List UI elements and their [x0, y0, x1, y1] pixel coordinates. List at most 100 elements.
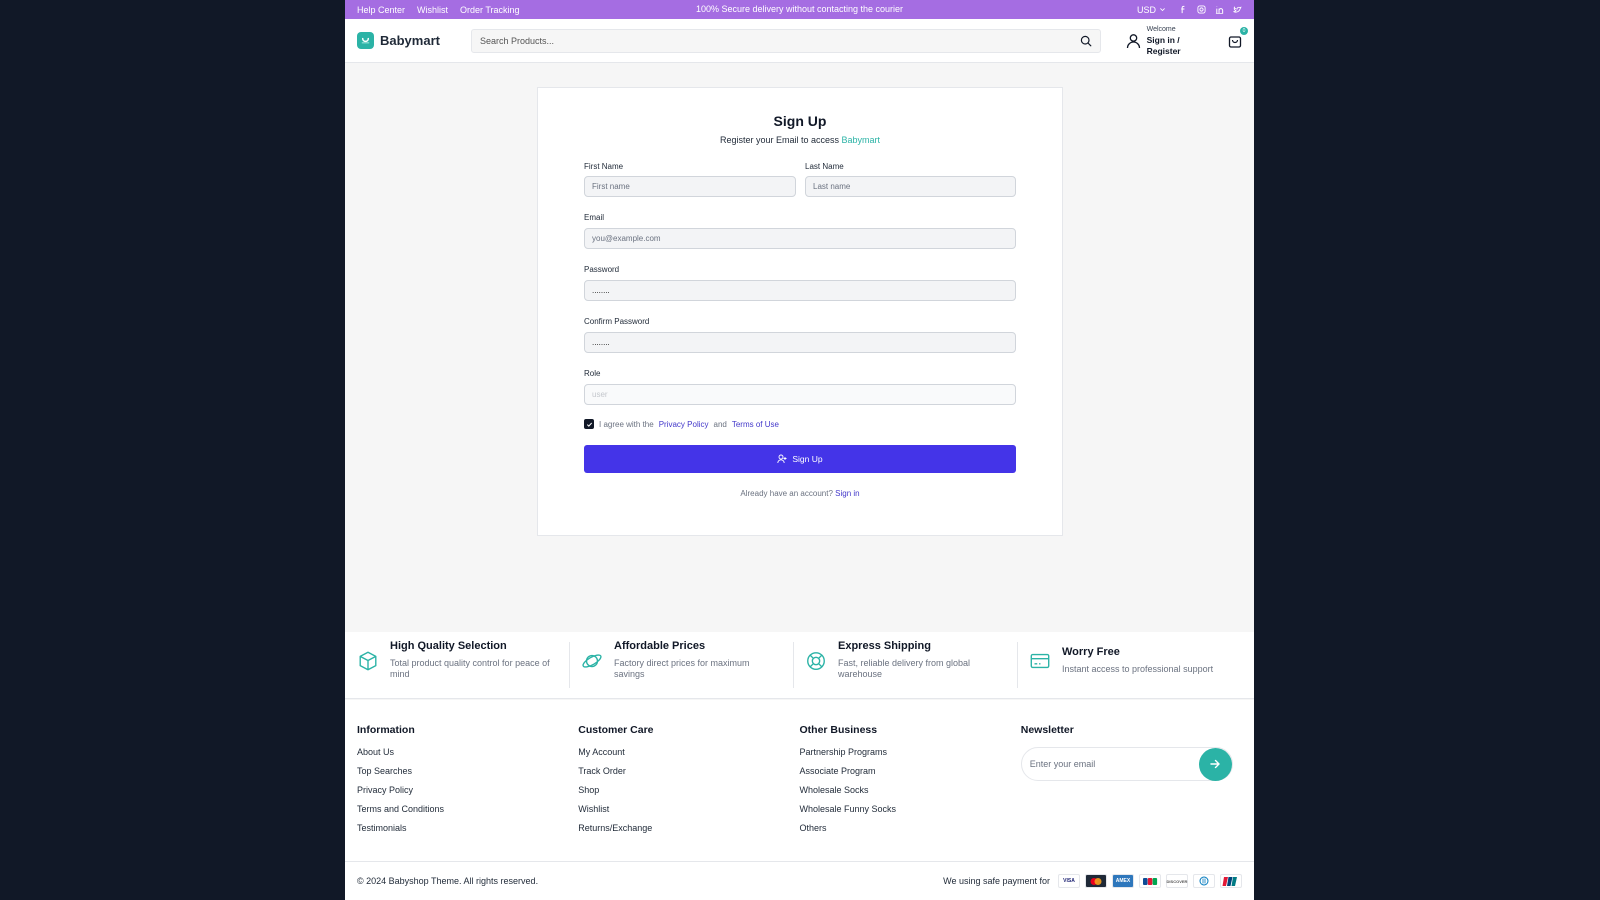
mastercard-icon — [1085, 874, 1107, 888]
order-tracking-link[interactable]: Order Tracking — [460, 5, 520, 15]
visa-icon: VISA — [1058, 874, 1080, 888]
sign-in-link[interactable]: Sign in — [835, 489, 859, 498]
discover-icon: DISCOVER — [1166, 874, 1188, 888]
feature-description: Instant access to professional support — [1062, 664, 1214, 674]
confirm-password-input[interactable] — [584, 332, 1016, 353]
search-bar — [470, 28, 1101, 53]
footer-link-wholesale-socks[interactable]: Wholesale Socks — [800, 785, 1021, 804]
email-label: Email — [584, 213, 605, 222]
wishlist-link[interactable]: Wishlist — [417, 5, 448, 15]
signin-register-link[interactable]: Sign in / Register — [1147, 35, 1216, 57]
account-link[interactable]: Welcome Sign in / Register — [1126, 24, 1216, 57]
and-text: and — [713, 419, 727, 429]
footer: Information About Us Top Searches Privac… — [345, 700, 1254, 900]
planet-icon — [582, 654, 602, 668]
diners-icon — [1193, 874, 1215, 888]
email-input[interactable] — [584, 228, 1016, 249]
newsletter-email-input[interactable] — [1029, 759, 1199, 769]
unionpay-icon — [1220, 874, 1242, 888]
privacy-policy-link[interactable]: Privacy Policy — [659, 420, 709, 429]
shopping-bag-logo-icon — [357, 32, 374, 49]
footer-link-partnership[interactable]: Partnership Programs — [800, 747, 1021, 766]
credit-card-icon — [1030, 653, 1050, 669]
footer-link-returns[interactable]: Returns/Exchange — [578, 823, 799, 842]
signup-subtitle: Register your Email to access Babymart — [538, 135, 1062, 145]
subtitle-brand: Babymart — [841, 135, 881, 145]
feature-item: Express Shipping Fast, reliable delivery… — [793, 632, 1017, 698]
feature-item: Affordable Prices Factory direct prices … — [569, 632, 793, 698]
footer-link-my-account[interactable]: My Account — [578, 747, 799, 766]
linkedin-icon[interactable] — [1214, 5, 1224, 15]
password-input[interactable] — [584, 280, 1016, 301]
last-name-input[interactable] — [805, 176, 1016, 197]
feature-item: Worry Free Instant access to professiona… — [1017, 632, 1241, 698]
footer-column-other-business: Other Business Partnership Programs Asso… — [800, 724, 1021, 842]
facebook-icon[interactable] — [1178, 5, 1188, 15]
signup-button-label: Sign Up — [792, 454, 823, 464]
feature-title: Worry Free — [1062, 646, 1120, 658]
footer-link-others[interactable]: Others — [800, 823, 1021, 842]
brand-name: Babymart — [380, 33, 440, 48]
shopping-bag-icon — [1228, 35, 1242, 48]
footer-column-customer-care: Customer Care My Account Track Order Sho… — [578, 724, 799, 842]
last-name-label: Last Name — [805, 162, 844, 171]
payment-methods: We using safe payment for VISA AMEX DISC… — [943, 874, 1242, 888]
footer-link-about-us[interactable]: About Us — [357, 747, 578, 766]
arrow-right-icon — [1210, 759, 1220, 769]
help-center-link[interactable]: Help Center — [357, 5, 405, 15]
feature-title: High Quality Selection — [390, 640, 507, 652]
footer-column-newsletter: Newsletter — [1020, 724, 1242, 842]
account-text: Welcome Sign in / Register — [1147, 24, 1216, 57]
amex-icon: AMEX — [1112, 874, 1134, 888]
newsletter-form — [1020, 747, 1233, 781]
footer-heading: Newsletter — [1020, 724, 1074, 736]
search-input[interactable] — [479, 35, 1080, 46]
user-icon — [1126, 33, 1140, 48]
terms-agreement: I agree with the Privacy Policy and Term… — [584, 419, 779, 429]
footer-link-shop[interactable]: Shop — [578, 785, 799, 804]
copyright-text: © 2024 Babyshop Theme. All rights reserv… — [357, 876, 539, 886]
subtitle-text: Register your Email to access — [719, 135, 839, 145]
footer-link-terms[interactable]: Terms and Conditions — [357, 804, 578, 823]
instagram-icon[interactable] — [1196, 5, 1206, 15]
chevron-down-icon — [1160, 8, 1165, 12]
logo[interactable]: Babymart — [357, 32, 471, 49]
footer-heading: Other Business — [799, 724, 878, 736]
role-input[interactable] — [584, 384, 1016, 405]
footer-link-top-searches[interactable]: Top Searches — [357, 766, 578, 785]
check-icon — [586, 422, 592, 427]
footer-link-associate[interactable]: Associate Program — [800, 766, 1021, 785]
top-bar-right: USD — [1137, 5, 1242, 15]
cart-button[interactable]: 0 — [1228, 26, 1248, 48]
top-bar: Help Center Wishlist Order Tracking 100%… — [345, 0, 1254, 19]
header: Babymart Welcome Sign in / Register 0 — [345, 19, 1254, 63]
jcb-icon — [1139, 874, 1161, 888]
features-strip: High Quality Selection Total product qua… — [345, 632, 1254, 699]
already-have-account: Already have an account? Sign in — [584, 489, 1016, 498]
newsletter-submit-button[interactable] — [1198, 747, 1232, 781]
agree-text: I agree with the — [599, 419, 654, 429]
footer-link-testimonials[interactable]: Testimonials — [357, 823, 578, 842]
first-name-input[interactable] — [584, 176, 796, 197]
footer-link-privacy-policy[interactable]: Privacy Policy — [357, 785, 578, 804]
cart-count-badge: 0 — [1240, 26, 1248, 35]
feature-description: Fast, reliable delivery from global ware… — [838, 658, 971, 679]
footer-link-wholesale-funny-socks[interactable]: Wholesale Funny Socks — [800, 804, 1021, 823]
terms-of-use-link[interactable]: Terms of Use — [732, 420, 779, 429]
footer-heading: Information — [357, 724, 415, 736]
first-name-label: First Name — [584, 162, 624, 171]
signup-button[interactable]: Sign Up — [584, 445, 1016, 473]
top-links: Help Center Wishlist Order Tracking — [357, 5, 520, 15]
footer-column-information: Information About Us Top Searches Privac… — [357, 724, 578, 842]
twitter-icon[interactable] — [1232, 5, 1242, 15]
signup-title: Sign Up — [773, 113, 827, 129]
footer-columns: Information About Us Top Searches Privac… — [345, 700, 1254, 842]
search-icon[interactable] — [1080, 35, 1092, 47]
agree-checkbox[interactable] — [584, 419, 594, 429]
footer-link-track-order[interactable]: Track Order — [578, 766, 799, 785]
feature-description: Total product quality control for peace … — [390, 658, 550, 679]
confirm-password-label: Confirm Password — [584, 317, 650, 326]
currency-selector[interactable]: USD — [1137, 5, 1166, 15]
feature-item: High Quality Selection Total product qua… — [345, 632, 569, 698]
footer-link-wishlist[interactable]: Wishlist — [578, 804, 799, 823]
